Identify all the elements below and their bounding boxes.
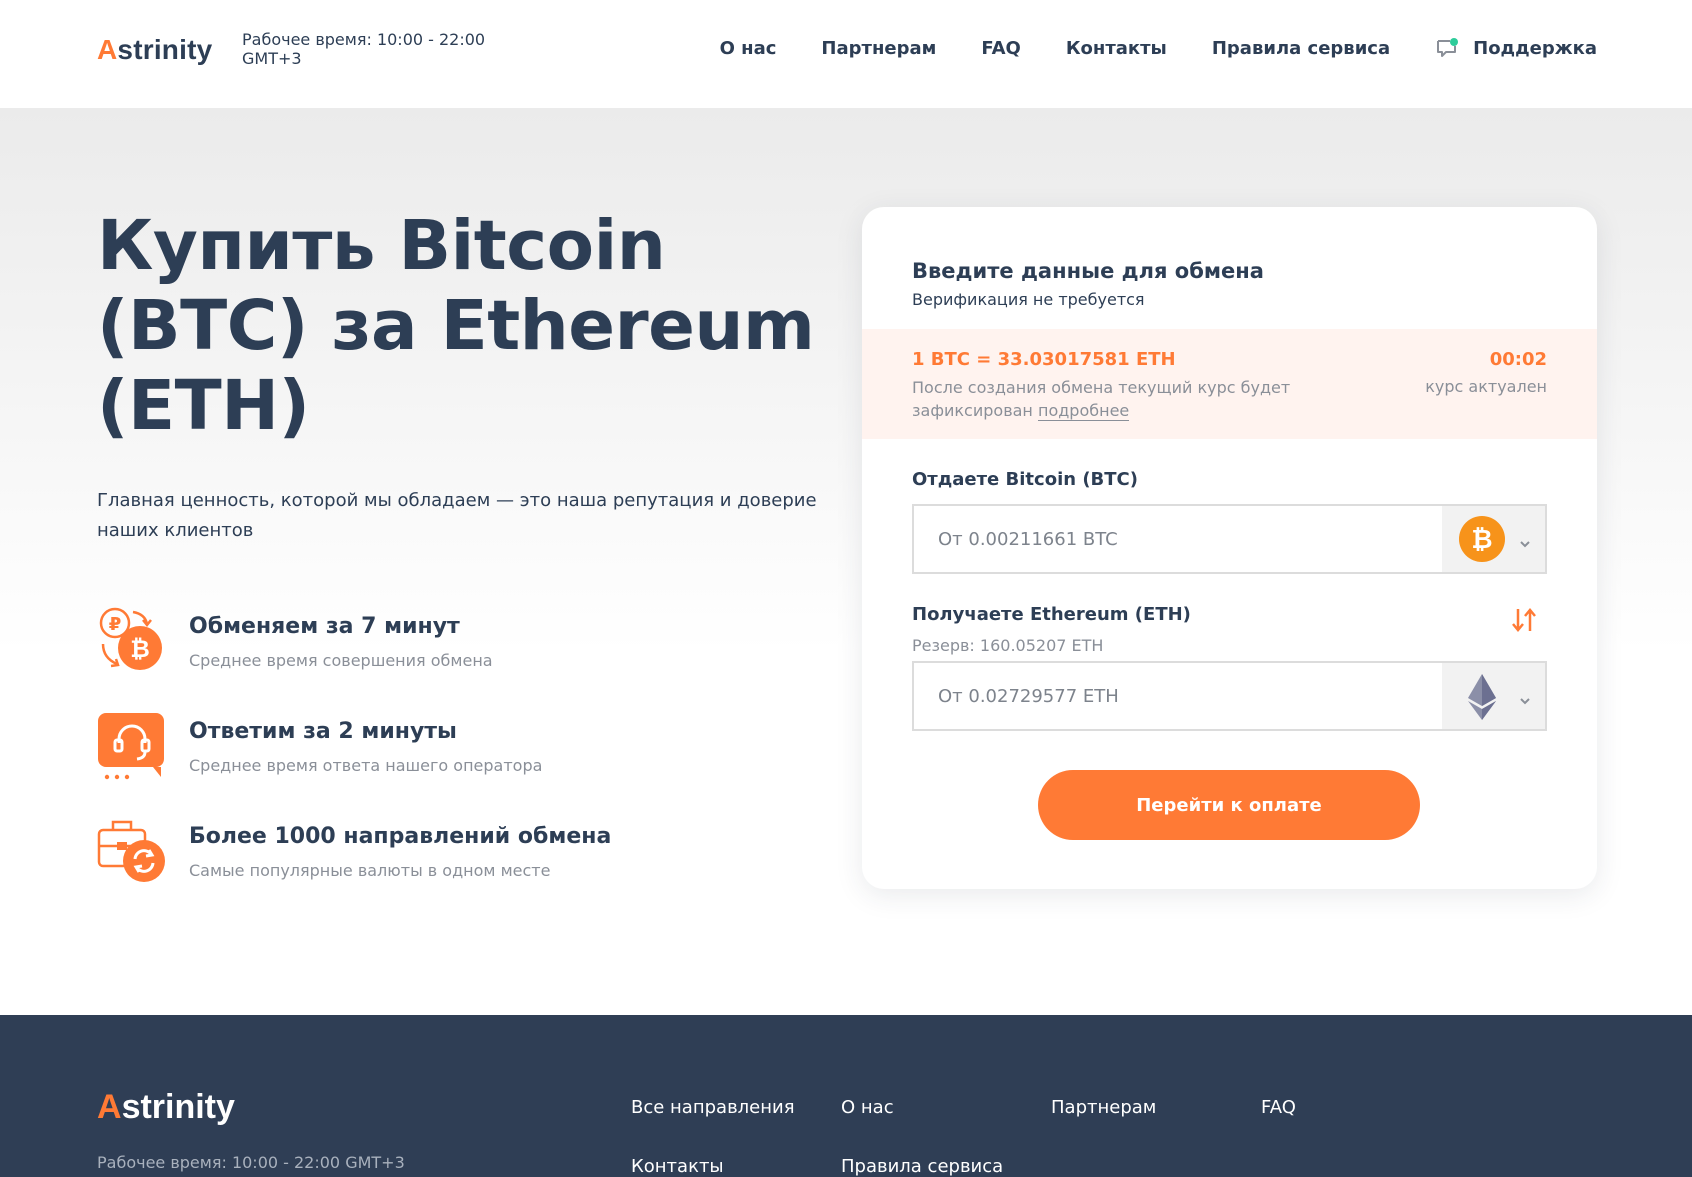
site-footer: Astrinity Рабочее время: 10:00 - 22:00 G… <box>0 1015 1692 1177</box>
feature-title: Ответим за 2 минуты <box>189 719 457 744</box>
nav-rules[interactable]: Правила сервиса <box>1212 38 1390 59</box>
footer-link-rules[interactable]: Правила сервиса <box>841 1156 1003 1177</box>
exchange-form-card: Введите данные для обмена Верификация не… <box>862 207 1597 889</box>
swap-icon[interactable] <box>1509 605 1539 635</box>
get-amount-input[interactable] <box>914 663 1444 729</box>
bitcoin-icon: ₿ <box>1458 515 1506 563</box>
more-info-link[interactable]: подробнее <box>1037 401 1130 421</box>
feature-item: ₽ ₿ Обменяем за 7 минут Среднее время со… <box>97 606 797 711</box>
feature-title: Обменяем за 7 минут <box>189 614 460 639</box>
working-hours: Рабочее время: 10:00 - 22:00 GMT+3 <box>242 30 486 68</box>
footer-logo[interactable]: Astrinity <box>97 1088 235 1127</box>
footer-link-about[interactable]: О нас <box>841 1097 894 1118</box>
chat-icon <box>1435 37 1459 59</box>
give-amount-input[interactable] <box>914 506 1444 572</box>
exchange-form-title: Введите данные для обмена <box>912 259 1264 283</box>
exchange-rate: 1 BTC = 33.03017581 ETH <box>912 349 1176 370</box>
svg-text:₿: ₿ <box>130 635 150 663</box>
chevron-down-icon <box>1519 534 1531 548</box>
page-title: Купить Bitcoin (BTC) за Ethereum (ETH) <box>97 206 815 446</box>
feature-item: Ответим за 2 минуты Среднее время ответа… <box>97 711 797 816</box>
feature-text: Среднее время ответа нашего оператора <box>189 756 543 775</box>
get-currency-select[interactable] <box>1442 663 1545 729</box>
nav-contacts[interactable]: Контакты <box>1066 38 1167 59</box>
give-amount-field: ₿ <box>912 504 1547 574</box>
get-label: Получаете Ethereum (ETH) <box>912 604 1191 625</box>
svg-text:₿: ₿ <box>1471 525 1492 555</box>
nav-partners[interactable]: Партнерам <box>821 38 936 59</box>
proceed-to-payment-button[interactable]: Перейти к оплате <box>1038 770 1420 840</box>
feature-text: Среднее время совершения обмена <box>189 651 493 670</box>
rate-timer: 00:02 <box>1489 349 1547 370</box>
rate-timer-label: курс актуален <box>1425 377 1547 396</box>
feature-item: Более 1000 направлений обмена Самые попу… <box>97 816 797 921</box>
footer-link-all-directions[interactable]: Все направления <box>631 1097 795 1118</box>
chevron-down-icon <box>1519 691 1531 705</box>
svg-text:₽: ₽ <box>109 614 122 635</box>
reserve-amount: Резерв: 160.05207 ETH <box>912 636 1104 655</box>
briefcase-exchange-icon <box>97 816 167 886</box>
nav-faq[interactable]: FAQ <box>981 38 1020 59</box>
nav-about[interactable]: О нас <box>720 38 777 59</box>
support-link[interactable]: Поддержка <box>1435 37 1597 59</box>
give-currency-select[interactable]: ₿ <box>1442 506 1545 572</box>
main-nav: О нас Партнерам FAQ Контакты Правила сер… <box>720 37 1597 59</box>
ethereum-icon <box>1458 672 1506 720</box>
rate-note: После создания обмена текущий курс будет… <box>912 378 1291 421</box>
footer-link-faq[interactable]: FAQ <box>1261 1097 1296 1118</box>
operator-headset-icon <box>97 711 167 781</box>
exchange-form-subtitle: Верификация не требуется <box>912 290 1145 309</box>
feature-title: Более 1000 направлений обмена <box>189 824 612 849</box>
exchange-ruble-bitcoin-icon: ₽ ₿ <box>97 606 167 676</box>
features-list: ₽ ₿ Обменяем за 7 минут Среднее время со… <box>97 606 797 921</box>
logo[interactable]: Astrinity <box>97 34 212 66</box>
hero-section: Купить Bitcoin (BTC) за Ethereum (ETH) Г… <box>0 108 1692 1015</box>
hero-subtitle: Главная ценность, которой мы обладаем — … <box>97 490 817 541</box>
footer-link-contacts[interactable]: Контакты <box>631 1156 724 1177</box>
support-label: Поддержка <box>1473 37 1597 59</box>
footer-link-partners[interactable]: Партнерам <box>1051 1097 1156 1118</box>
footer-working-hours: Рабочее время: 10:00 - 22:00 GMT+3 <box>97 1153 405 1172</box>
feature-text: Самые популярные валюты в одном месте <box>189 861 551 880</box>
rate-info: 1 BTC = 33.03017581 ETH После создания о… <box>862 329 1597 439</box>
give-label: Отдаете Bitcoin (BTC) <box>912 469 1138 490</box>
get-amount-field <box>912 661 1547 731</box>
site-header: Astrinity Рабочее время: 10:00 - 22:00 G… <box>0 0 1692 108</box>
